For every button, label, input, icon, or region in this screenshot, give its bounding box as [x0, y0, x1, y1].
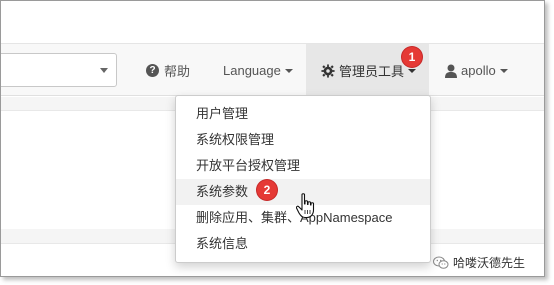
- nav-help-label: 帮助: [164, 64, 191, 79]
- caret-down-icon: [284, 69, 293, 73]
- chevron-down-icon: [100, 68, 108, 73]
- menu-item-system-info[interactable]: 系统信息: [176, 231, 430, 257]
- env-select[interactable]: [1, 53, 117, 87]
- user-icon: [445, 64, 457, 78]
- watermark: 哈喽沃德先生: [433, 254, 525, 271]
- nav-language-label: Language: [223, 63, 281, 78]
- menu-item-open-platform-auth[interactable]: 开放平台授权管理: [176, 153, 430, 179]
- nav-admin-tools-label: 管理员工具: [339, 64, 405, 79]
- question-circle-icon: ?: [146, 64, 159, 77]
- menu-item-user-management[interactable]: 用户管理: [176, 101, 430, 127]
- admin-tools-menu: 用户管理 系统权限管理 开放平台授权管理 系统参数 删除应用、集群、AppNam…: [175, 95, 431, 263]
- nav-user-label: apollo: [461, 63, 496, 78]
- top-navbar: ? 帮助 Language 管理员工具 apollo: [1, 43, 544, 97]
- watermark-text: 哈喽沃德先生: [453, 256, 526, 270]
- gear-icon: [321, 63, 335, 78]
- step-badge-1: 1: [402, 47, 422, 67]
- wechat-icon: [433, 256, 449, 269]
- step-badge-2: 2: [257, 180, 277, 200]
- nav-help[interactable]: ? 帮助: [146, 44, 190, 97]
- caret-down-icon: [408, 69, 417, 73]
- app-window: ? 帮助 Language 管理员工具 apollo 用户管理 系统权限管理 开…: [0, 0, 545, 277]
- menu-item-system-permissions[interactable]: 系统权限管理: [176, 127, 430, 153]
- caret-down-icon: [499, 69, 508, 73]
- nav-language[interactable]: Language: [223, 44, 293, 97]
- screenshot-frame: ? 帮助 Language 管理员工具 apollo 用户管理 系统权限管理 开…: [0, 0, 554, 285]
- hand-pointer-icon: [295, 193, 315, 219]
- nav-user[interactable]: apollo: [445, 44, 508, 97]
